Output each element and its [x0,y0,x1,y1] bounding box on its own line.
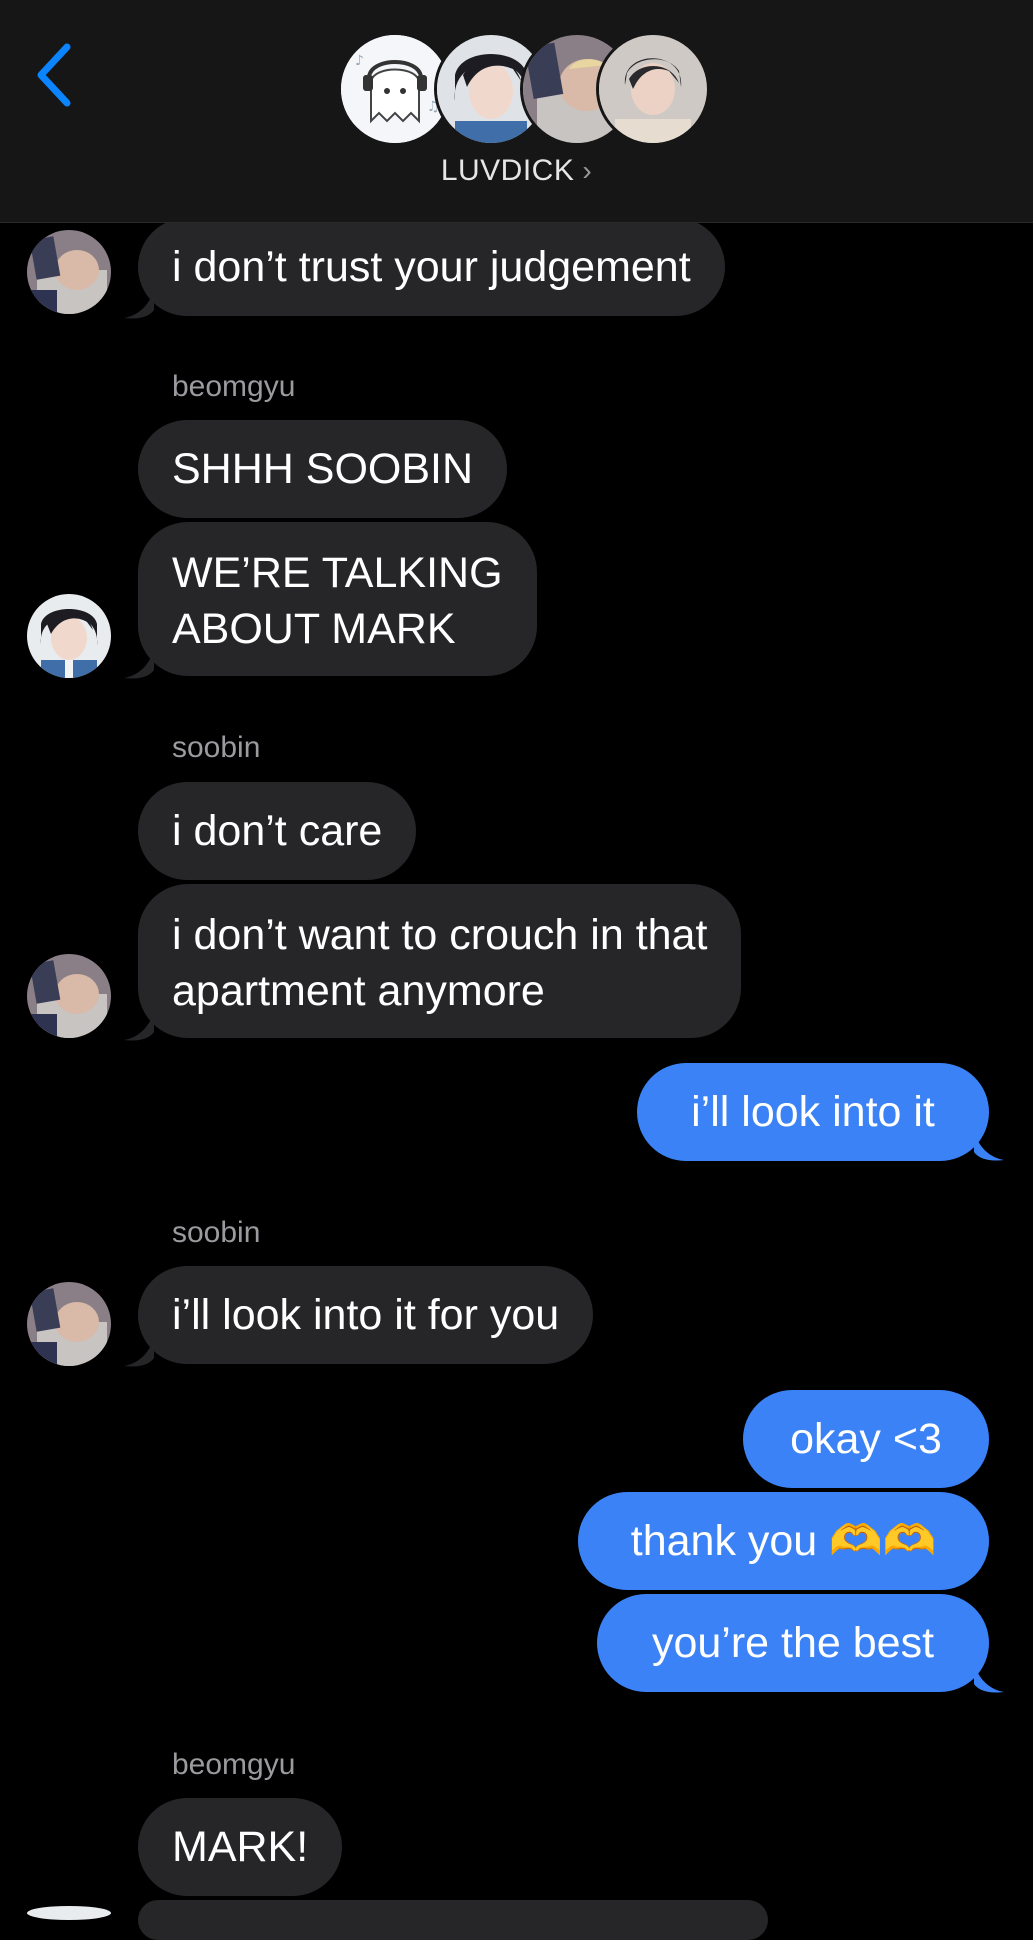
message-bubble-outgoing[interactable]: okay <3 [743,1390,989,1488]
avatar-soobin[interactable] [27,954,111,1038]
message-bubble-outgoing[interactable]: i’ll look into it [637,1063,989,1161]
avatar-beomgyu[interactable] [27,594,111,678]
message-bubble[interactable]: SHHH SOOBIN [138,420,508,518]
message-bubble-partial[interactable] [138,1900,768,1940]
message-text: i’ll look into it for you [172,1291,560,1339]
group-avatars[interactable]: ♪ ♫ [338,32,710,146]
chevron-left-icon [37,43,71,107]
avatar-member [596,32,710,146]
svg-text:♪: ♪ [355,53,364,69]
avatar-soobin[interactable] [27,1282,111,1366]
message-text: MARK! [172,1823,309,1871]
message-text: thank you 🫶🫶 [630,1517,937,1565]
message-text: i don’t want to crouch in that apartment… [172,911,708,1015]
message-bubble[interactable]: WE’RE TALKING ABOUT MARK [138,522,537,676]
message-text: okay <3 [790,1415,942,1463]
message-bubble-outgoing[interactable]: you’re the best [597,1594,989,1692]
bubble-tail [124,1012,154,1041]
bubble-tail [124,1338,154,1367]
message-thread[interactable]: i don’t trust your judgement beomgyu SHH… [0,0,1033,1940]
message-text: you’re the best [651,1619,935,1667]
avatar-beomgyu[interactable] [27,1906,111,1920]
sender-name: soobin [172,731,261,764]
message-bubble[interactable]: i don’t want to crouch in that apartment… [138,884,742,1038]
message-bubble-outgoing[interactable]: thank you 🫶🫶 [578,1492,989,1590]
sender-name: beomgyu [172,370,296,403]
message-text: SHHH SOOBIN [172,445,474,493]
bubble-tail [124,290,154,319]
bubble-tail [124,650,154,679]
conversation-header: ♪ ♫ LUVDICK › [0,0,1033,223]
group-name-button[interactable]: LUVDICK › [0,154,1033,188]
bubble-tail [974,1132,1004,1161]
message-bubble[interactable]: i’ll look into it for you [138,1266,594,1364]
avatar-soobin[interactable] [27,230,111,314]
message-text: i don’t care [172,807,383,855]
message-text: i’ll look into it [691,1088,935,1136]
chevron-right-icon: › [582,155,593,186]
message-text: WE’RE TALKING ABOUT MARK [172,549,503,653]
sender-name: beomgyu [172,1748,296,1781]
group-name: LUVDICK [440,154,575,187]
back-button[interactable] [28,40,78,110]
bubble-tail [974,1664,1004,1693]
message-bubble[interactable]: MARK! [138,1798,343,1896]
message-text: i don’t trust your judgement [172,243,691,291]
sender-name: soobin [172,1216,261,1249]
message-bubble[interactable]: i don’t care [138,782,417,880]
message-bubble[interactable]: i don’t trust your judgement [138,218,725,316]
